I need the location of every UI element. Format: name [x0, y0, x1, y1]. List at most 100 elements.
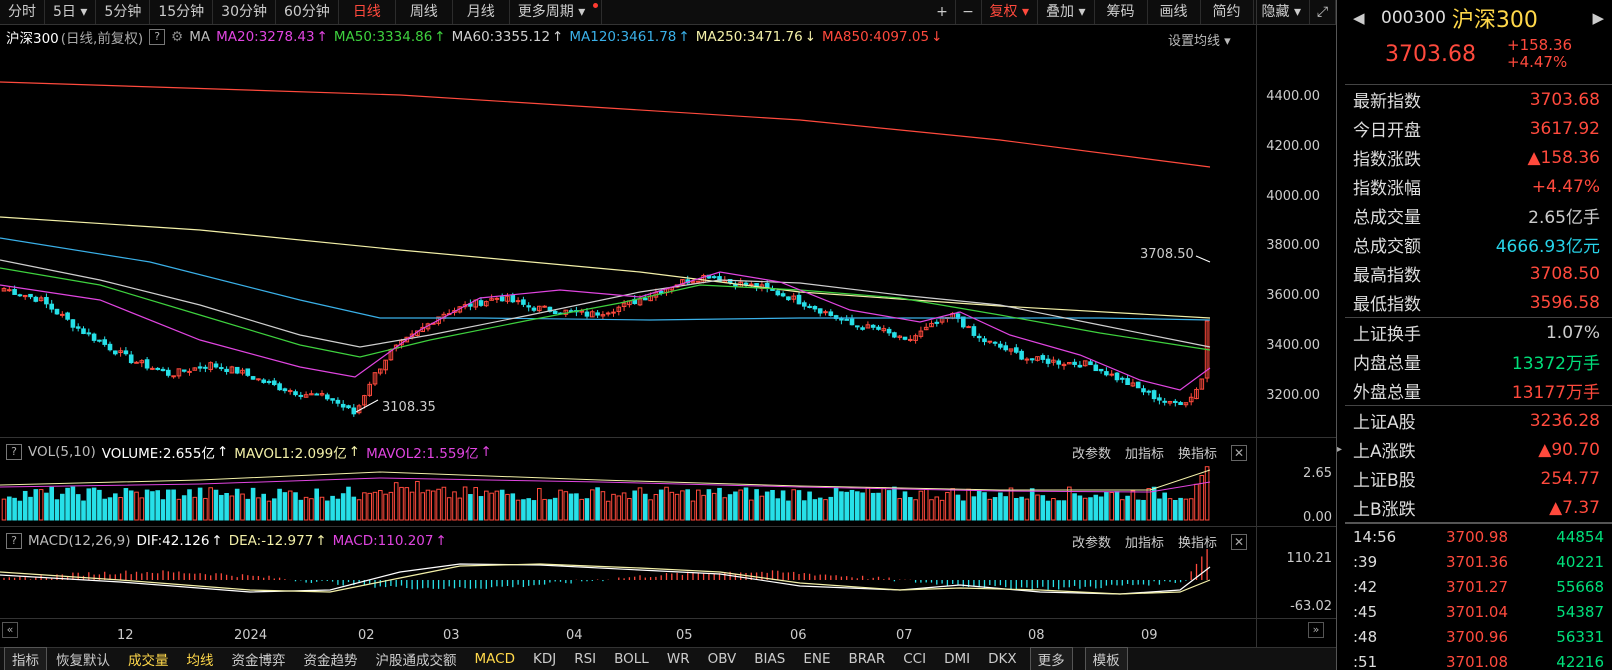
candle-body — [1077, 364, 1083, 368]
tab-obv[interactable]: OBV — [699, 651, 746, 667]
tab-more[interactable]: 更多 — [1029, 647, 1073, 670]
vol-switch-indicator[interactable]: 换指标 — [1178, 443, 1217, 462]
tab-cci[interactable]: CCI — [894, 651, 935, 667]
tab-fund-trend[interactable]: 资金趋势 — [295, 649, 367, 669]
candle-body — [144, 359, 150, 369]
volume-bar — [786, 500, 791, 521]
volume-bar — [600, 491, 606, 521]
volume-bar — [722, 497, 728, 521]
volume-bar — [1157, 498, 1162, 521]
tab-bias[interactable]: BIAS — [745, 651, 794, 667]
volume-bar — [1130, 490, 1136, 521]
vol-help-icon[interactable]: ? — [6, 444, 22, 460]
volume-bar — [950, 488, 956, 521]
macd-axis-max: 110.21 — [1286, 551, 1333, 566]
volume-bar — [908, 497, 913, 521]
volume-bar — [123, 488, 129, 521]
candle-body — [886, 328, 892, 334]
price-tick-label: 3400.00 — [1266, 338, 1320, 353]
tab-brar[interactable]: BRAR — [840, 651, 895, 667]
tab-template[interactable]: 模板 — [1084, 647, 1128, 670]
macd-legend: ? MACD(12,26,9) DIF:42.126 ↑ DEA:-12.977 ↑… — [0, 531, 1256, 551]
macd-change-params[interactable]: 改参数 — [1072, 532, 1111, 551]
candle-body — [44, 296, 49, 305]
tick-volume: 44854 — [1556, 527, 1604, 546]
quote-row: 指数涨跌 ▲158.36 — [1345, 143, 1612, 172]
vol-change-params[interactable]: 改参数 — [1072, 443, 1111, 462]
candle-body — [515, 300, 521, 303]
volume-bar — [319, 496, 325, 521]
tick-list[interactable]: 14:56 3700.98 44854:39 3701.36 40221:42 3701.… — [1345, 524, 1612, 670]
candle-body — [595, 312, 600, 316]
volume-bar — [537, 488, 542, 521]
tab-dkx[interactable]: DKX — [979, 651, 1026, 667]
tick-row: :42 3701.27 55668 — [1345, 574, 1612, 599]
volume-bar — [897, 498, 903, 521]
vol-add-indicator[interactable]: 加指标 — [1125, 443, 1164, 462]
candle-body — [521, 299, 526, 305]
volume-bar — [1167, 498, 1173, 521]
macd-help-icon[interactable]: ? — [6, 533, 22, 549]
tick-price: 3701.36 — [1445, 552, 1509, 571]
volume-bar — [1204, 466, 1210, 521]
tick-time: :51 — [1353, 652, 1378, 670]
macd-switch-indicator[interactable]: 换指标 — [1178, 532, 1217, 551]
volume-bar — [690, 500, 696, 521]
tab-volume[interactable]: 成交量 — [119, 649, 178, 669]
volume-bar — [499, 489, 505, 521]
macd-close-icon[interactable]: ✕ — [1231, 533, 1248, 550]
tab-rsi[interactable]: RSI — [565, 651, 605, 667]
tab-hsgt-amount[interactable]: 沪股通成交额 — [367, 649, 466, 669]
tab-indicator[interactable]: 指标 — [4, 647, 47, 670]
tick-row: :48 3700.96 56331 — [1345, 624, 1612, 649]
date-label: 05 — [676, 628, 693, 643]
tab-restore-default[interactable]: 恢复默认 — [47, 649, 119, 669]
vol-close-icon[interactable]: ✕ — [1231, 444, 1248, 461]
volume-bar — [918, 490, 924, 521]
tab-fund-game[interactable]: 资金博弈 — [223, 649, 295, 669]
vol-name: VOL(5,10) — [28, 444, 96, 460]
quote-row-value: 254.77 — [1540, 468, 1600, 489]
tab-ene[interactable]: ENE — [794, 651, 839, 667]
volume-bar — [309, 498, 314, 521]
quote-row-value: 13177万手 — [1511, 383, 1600, 403]
scroll-left-icon[interactable]: « — [2, 622, 18, 638]
tab-wr[interactable]: WR — [658, 651, 699, 667]
prev-icon[interactable]: ◀ — [1353, 9, 1375, 27]
volume-bar — [780, 490, 786, 521]
quote-row-label: 外盘总量 — [1353, 383, 1421, 403]
tab-dmi[interactable]: DMI — [935, 651, 979, 667]
volume-bar — [224, 493, 229, 521]
volume-bar — [282, 492, 288, 521]
candle-body — [786, 296, 791, 301]
tab-ma[interactable]: 均线 — [178, 649, 223, 669]
index-code: 000300 — [1381, 8, 1446, 28]
volume-bar — [627, 498, 632, 521]
volume-bar — [664, 486, 669, 521]
volume-bar — [833, 486, 839, 521]
vol-arrow-icon: ↑ — [216, 444, 229, 460]
volume-bar — [478, 496, 484, 521]
volume-bar — [616, 495, 622, 521]
volume-bar — [293, 492, 298, 521]
collapse-handle-icon[interactable]: ▸ — [1337, 440, 1344, 460]
quote-row-value: 3596.58 — [1529, 292, 1600, 313]
candle-body — [976, 335, 982, 339]
scroll-right-icon[interactable]: » — [1308, 622, 1324, 638]
macd-value: MACD:110.207 — [332, 533, 434, 549]
candle-body — [277, 383, 282, 391]
candle-body — [499, 296, 505, 302]
volume-bar — [1104, 491, 1109, 521]
volume-bar — [584, 498, 590, 521]
macd-add-indicator[interactable]: 加指标 — [1125, 532, 1164, 551]
next-icon[interactable]: ▶ — [1592, 9, 1604, 27]
quote-rows-market: 上证A股 3236.28 上A涨跌 ▲90.70 上证B股 254.77 上B涨跌 ▲7.37 — [1345, 406, 1612, 522]
tab-kdj[interactable]: KDJ — [524, 651, 565, 667]
quote-rows-turnover: 上证换手 1.07% 内盘总量 13372万手 外盘总量 13177万手 — [1345, 318, 1612, 405]
tab-macd[interactable]: MACD — [466, 651, 524, 667]
candle-body — [1019, 350, 1024, 360]
volume-bar — [1188, 498, 1194, 521]
candle-body — [266, 380, 272, 383]
tab-boll[interactable]: BOLL — [605, 651, 658, 667]
volume-bar — [399, 486, 404, 521]
